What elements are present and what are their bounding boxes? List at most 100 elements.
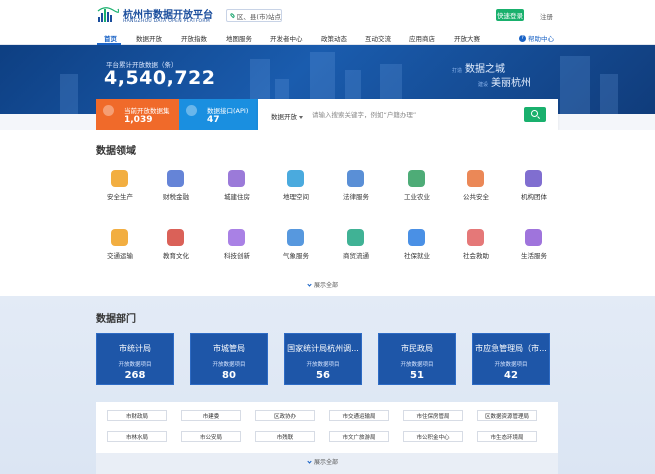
industry-icon: [408, 170, 425, 187]
domain-item[interactable]: 工业农业: [385, 170, 449, 210]
department-chip[interactable]: 市生态环境局: [477, 431, 537, 442]
chevron-down-icon: [307, 459, 312, 464]
domain-label: 财税金融: [163, 193, 189, 201]
domain-label: 气象服务: [283, 252, 309, 260]
nav-item-app-store[interactable]: 应用商店: [409, 33, 435, 43]
search-type-dropdown[interactable]: 数据开放: [271, 111, 303, 121]
nav-item-contest[interactable]: 开放大赛: [454, 33, 480, 43]
commerce-icon: [347, 229, 364, 246]
domain-item[interactable]: 商贸流通: [324, 229, 388, 269]
data-department-title: 数据部门: [96, 314, 136, 325]
nav-item-home[interactable]: 首页: [104, 33, 117, 43]
department-chip[interactable]: 市文广旅游局: [329, 431, 389, 442]
domain-label: 安全生产: [107, 193, 133, 201]
stat-api-value: 47: [207, 115, 220, 125]
domain-show-all[interactable]: 展示全部: [307, 280, 339, 289]
stat-datasets-value: 1,039: [124, 115, 153, 125]
department-chip[interactable]: 区政协办: [255, 410, 315, 421]
register-link[interactable]: 注册: [540, 11, 553, 21]
help-center-link[interactable]: ? 帮助中心: [519, 33, 554, 43]
department-chip[interactable]: 区数据资源管理局: [477, 410, 537, 421]
law-icon: [347, 170, 364, 187]
domain-item[interactable]: 法律服务: [324, 170, 388, 210]
domain-label: 商贸流通: [343, 252, 369, 260]
nav-item-open-index[interactable]: 开放指数: [181, 33, 207, 43]
department-show-all-label: 展示全部: [314, 459, 339, 466]
department-chip[interactable]: 市交通运输局: [329, 410, 389, 421]
department-card-name: 市城管局: [213, 344, 245, 353]
geo-space-icon: [287, 170, 304, 187]
slogan-tag-2: 建设: [478, 82, 489, 88]
slogan-tag-1: 打造: [452, 68, 463, 74]
department-card-sub: 开放数据项目: [400, 362, 434, 368]
department-card[interactable]: 国家统计局杭州调... 开放数据项目 56: [284, 333, 362, 385]
department-chip[interactable]: 市残联: [255, 431, 315, 442]
banner-building: [60, 74, 78, 114]
slogan-line-2: 建设 美丽杭州: [478, 74, 531, 89]
department-card-sub: 开放数据项目: [494, 362, 528, 368]
employment-icon: [408, 229, 425, 246]
search-button[interactable]: [524, 107, 546, 122]
domain-item[interactable]: 社会救助: [444, 229, 508, 269]
domain-item[interactable]: 气象服务: [264, 229, 328, 269]
site-header: 杭州市数据开放平台 HANGZHOU DATA OPEN PLATFORM 区、…: [0, 0, 655, 30]
department-chip[interactable]: 市公安局: [181, 431, 241, 442]
stat-api[interactable]: 数据接口(API) 47: [179, 99, 258, 130]
department-card-sub: 开放数据项目: [212, 362, 246, 368]
department-chip[interactable]: 市公积金中心: [403, 431, 463, 442]
nav-item-data-open[interactable]: 数据开放: [136, 33, 162, 43]
department-card-name: 市统计局: [119, 344, 151, 353]
nav-item-interaction[interactable]: 互动交流: [365, 33, 391, 43]
domain-item[interactable]: 教育文化: [144, 229, 208, 269]
department-chip[interactable]: 市住保房管局: [403, 410, 463, 421]
safety-icon: [111, 170, 128, 187]
platform-logo-icon[interactable]: [97, 5, 119, 23]
nav-item-map-service[interactable]: 地图服务: [226, 33, 252, 43]
department-chip[interactable]: 市财政局: [107, 410, 167, 421]
domain-label: 城建住房: [224, 193, 250, 201]
domain-item[interactable]: 安全生产: [88, 170, 152, 210]
department-card-sub: 开放数据项目: [306, 362, 340, 368]
department-card[interactable]: 市城管局 开放数据项目 80: [190, 333, 268, 385]
domain-label: 科技创新: [224, 252, 250, 260]
quick-login-button[interactable]: 快速登录: [496, 9, 524, 21]
department-chip[interactable]: 市建委: [181, 410, 241, 421]
stat-datasets-label: 当前开放数据集: [124, 107, 170, 115]
domain-item[interactable]: 科技创新: [205, 229, 269, 269]
domain-item[interactable]: 财税金融: [144, 170, 208, 210]
traffic-icon: [111, 229, 128, 246]
domain-label: 法律服务: [343, 193, 369, 201]
relief-icon: [467, 229, 484, 246]
department-card-name: 市民政局: [401, 344, 433, 353]
domain-item[interactable]: 交通运输: [88, 229, 152, 269]
data-domain-title: 数据领域: [96, 146, 136, 157]
slogan-text-2: 美丽杭州: [491, 78, 532, 89]
api-icon: [186, 105, 197, 116]
department-show-all[interactable]: 展示全部: [307, 457, 339, 466]
education-icon: [167, 229, 184, 246]
total-data-count: 4,540,722: [104, 67, 216, 89]
location-pin-icon: [229, 12, 236, 19]
search-input[interactable]: [312, 107, 522, 122]
domain-item[interactable]: 社保就业: [385, 229, 449, 269]
domain-item[interactable]: 地理空间: [264, 170, 328, 210]
nav-item-policy[interactable]: 政策动态: [321, 33, 347, 43]
department-card-count: 51: [410, 370, 424, 381]
department-card[interactable]: 市应急管理局（市... 开放数据项目 42: [472, 333, 550, 385]
finance-icon: [167, 170, 184, 187]
stat-datasets[interactable]: 当前开放数据集 1,039: [96, 99, 179, 130]
help-icon: ?: [519, 34, 526, 42]
nav-item-developer[interactable]: 开发者中心: [270, 33, 303, 43]
domain-label: 机构团体: [521, 193, 547, 201]
department-chip[interactable]: 市林水局: [107, 431, 167, 442]
region-selector[interactable]: 区、县(市)站点: [226, 9, 282, 22]
domain-item[interactable]: 城建住房: [205, 170, 269, 210]
domain-item[interactable]: 公共安全: [444, 170, 508, 210]
department-card[interactable]: 市民政局开放数据项目 51: [378, 333, 456, 385]
help-center-label: 帮助中心: [528, 35, 554, 43]
department-card[interactable]: 市统计局 开放数据项目 268: [96, 333, 174, 385]
brand-subtitle: HANGZHOU DATA OPEN PLATFORM: [123, 19, 211, 24]
domain-item[interactable]: 机构团体: [502, 170, 566, 210]
domain-show-all-label: 展示全部: [314, 282, 339, 289]
domain-item[interactable]: 生活服务: [502, 229, 566, 269]
